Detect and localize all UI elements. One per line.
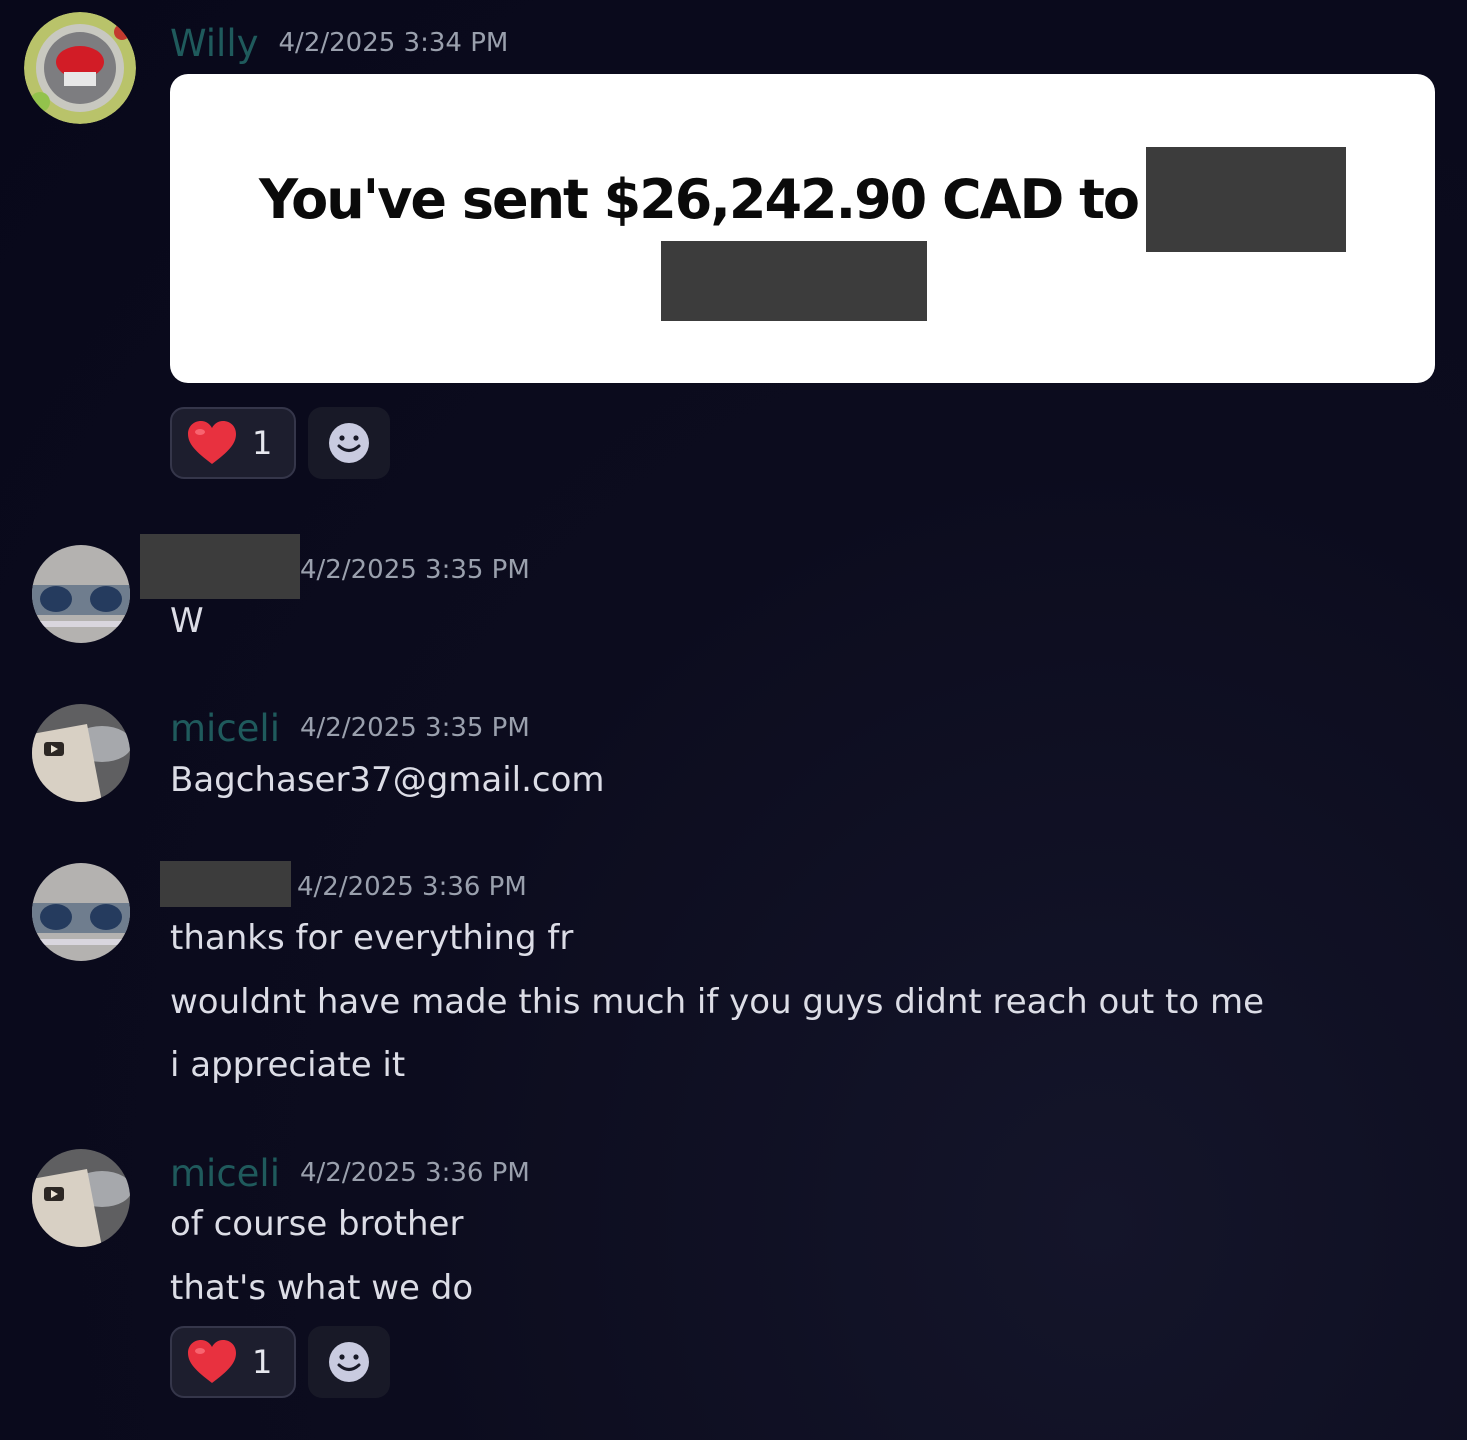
message-text: W (170, 601, 204, 641)
embed-line: You've sent $26,242.90 CAD to (170, 146, 1435, 252)
reaction-count: 1 (252, 1343, 273, 1381)
timestamp[interactable]: 4/2/2025 3:35 PM (300, 555, 530, 585)
message-miceli-reply: miceli 4/2/2025 3:36 PM of course brothe… (0, 1140, 1467, 1440)
username[interactable]: miceli (170, 1152, 280, 1195)
avatar-miceli[interactable] (32, 704, 130, 802)
add-reaction-button[interactable] (308, 407, 390, 479)
reactions-bar: 1 (170, 407, 390, 479)
message-header: miceli 4/2/2025 3:35 PM (170, 703, 530, 753)
avatar-willy[interactable] (24, 12, 136, 124)
message-header: 4/2/2025 3:35 PM (140, 533, 530, 599)
avatar-redacted-user[interactable] (32, 863, 130, 961)
heart-reaction-button[interactable]: 1 (170, 407, 296, 479)
message-text: wouldnt have made this much if you guys … (170, 982, 1265, 1022)
redaction-box (1146, 146, 1347, 252)
reactions-bar: 1 (170, 1326, 390, 1398)
smiley-icon (329, 423, 369, 463)
avatar-miceli[interactable] (32, 1149, 130, 1247)
heart-icon (188, 421, 236, 464)
message-redacted-user: 4/2/2025 3:35 PM W (0, 500, 1467, 670)
message-miceli-email: miceli 4/2/2025 3:35 PM Bagchaser37@gmai… (0, 670, 1467, 830)
username[interactable]: Willy (170, 22, 259, 65)
timestamp[interactable]: 4/2/2025 3:34 PM (279, 28, 509, 58)
message-willy: Willy 4/2/2025 3:34 PM You've sent $26,2… (0, 0, 1467, 500)
message-text: that's what we do (170, 1268, 474, 1308)
heart-icon (188, 1340, 236, 1383)
timestamp[interactable]: 4/2/2025 3:35 PM (300, 713, 530, 743)
message-header: Willy 4/2/2025 3:34 PM (170, 18, 508, 68)
embed-text: You've sent $26,242.90 CAD to (258, 167, 1140, 231)
message-header: 4/2/2025 3:36 PM (160, 861, 527, 912)
timestamp[interactable]: 4/2/2025 3:36 PM (297, 872, 527, 902)
reaction-count: 1 (252, 424, 273, 462)
redacted-username[interactable] (140, 533, 300, 599)
message-text: of course brother (170, 1204, 464, 1244)
message-text: i appreciate it (170, 1045, 406, 1085)
redacted-username[interactable] (160, 861, 291, 907)
message-redacted-user-thanks: 4/2/2025 3:36 PM thanks for everything f… (0, 830, 1467, 1140)
redaction-box (661, 241, 927, 321)
username[interactable]: miceli (170, 707, 280, 750)
message-text: Bagchaser37@gmail.com (170, 760, 605, 800)
avatar-redacted-user[interactable] (32, 545, 130, 643)
message-text: thanks for everything fr (170, 918, 574, 958)
add-reaction-button[interactable] (308, 1326, 390, 1398)
heart-reaction-button[interactable]: 1 (170, 1326, 296, 1398)
smiley-icon (329, 1342, 369, 1382)
payment-embed[interactable]: You've sent $26,242.90 CAD to (170, 74, 1435, 383)
message-header: miceli 4/2/2025 3:36 PM (170, 1148, 530, 1198)
timestamp[interactable]: 4/2/2025 3:36 PM (300, 1158, 530, 1188)
